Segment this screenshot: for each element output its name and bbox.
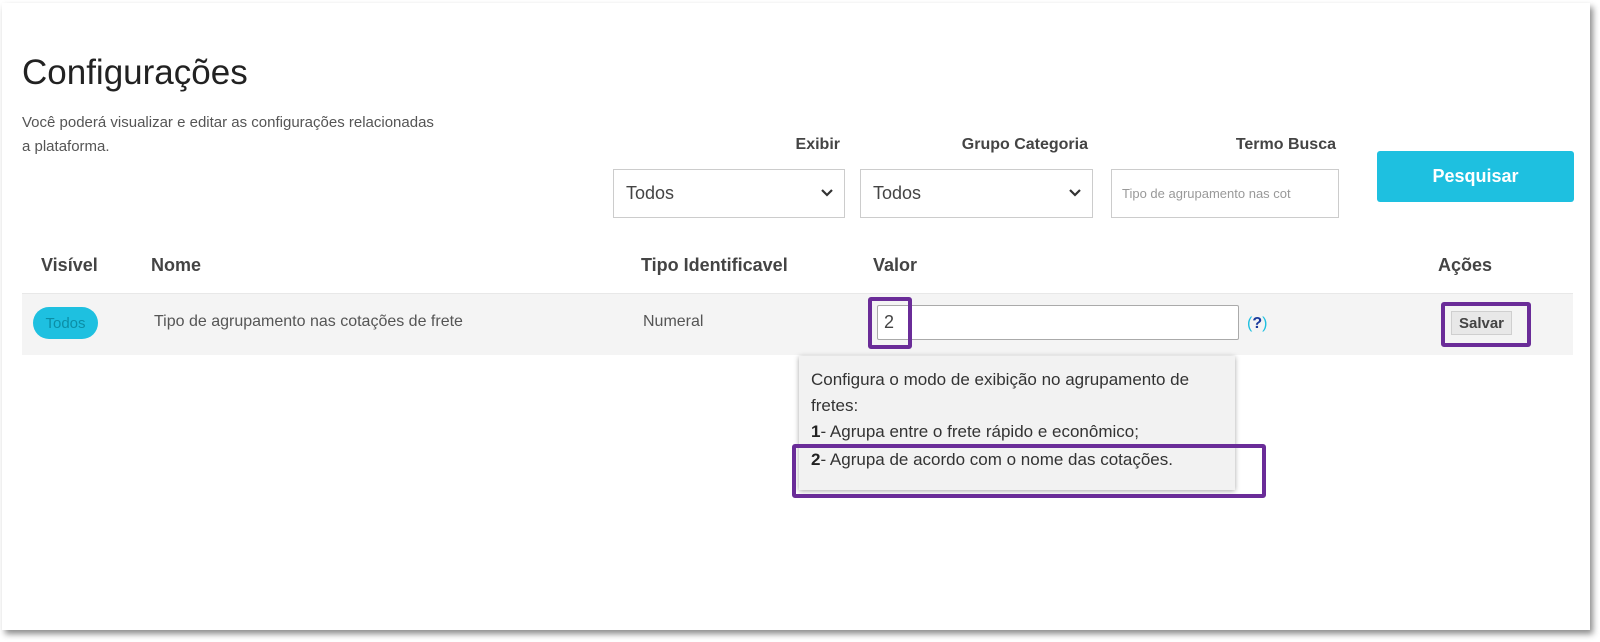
row-nome: Tipo de agrupamento nas cotações de fret… [154, 313, 463, 330]
grupo-categoria-select[interactable]: Todos [860, 169, 1093, 218]
exibir-select-value: Todos [626, 183, 675, 203]
chevron-down-icon [1069, 189, 1081, 197]
valor-input[interactable] [877, 305, 1239, 340]
visivel-badge[interactable]: Todos [33, 307, 98, 339]
help-link[interactable]: (?) [1247, 315, 1267, 333]
header-visivel: Visível [41, 255, 98, 275]
header-tipo-identificavel: Tipo Identificavel [641, 255, 788, 275]
row-tipo: Numeral [643, 313, 704, 330]
header-valor: Valor [873, 255, 918, 275]
termo-busca-input[interactable]: Tipo de agrupamento nas cot [1111, 169, 1339, 218]
option-1-text: - Agrupa entre o frete rápido e econômic… [820, 422, 1139, 441]
grupo-categoria-label: Grupo Categoria [961, 136, 1088, 153]
tooltip-intro-line-2: fretes: [811, 396, 859, 415]
search-button[interactable]: Pesquisar [1377, 151, 1574, 202]
page-title: Configurações [22, 53, 248, 92]
save-highlight-box [1441, 302, 1531, 347]
help-icon: ? [1252, 315, 1263, 332]
header-acoes: Ações [1438, 255, 1493, 275]
grupo-categoria-select-value: Todos [873, 183, 922, 203]
termo-busca-label: Termo Busca [1235, 136, 1336, 153]
chevron-down-icon [821, 189, 833, 197]
page-subtitle: Você poderá visualizar e editar as confi… [22, 114, 434, 155]
exibir-select[interactable]: Todos [613, 169, 845, 218]
exibir-label: Exibir [795, 136, 840, 153]
valor-highlight-box [868, 297, 912, 349]
tooltip-option-1: 1- Agrupa entre o frete rápido e econômi… [811, 422, 1139, 442]
header-nome: Nome [151, 255, 202, 275]
option-2-highlight-box [792, 444, 1266, 498]
tooltip-intro-line-1: Configura o modo de exibição no agrupame… [811, 370, 1190, 389]
